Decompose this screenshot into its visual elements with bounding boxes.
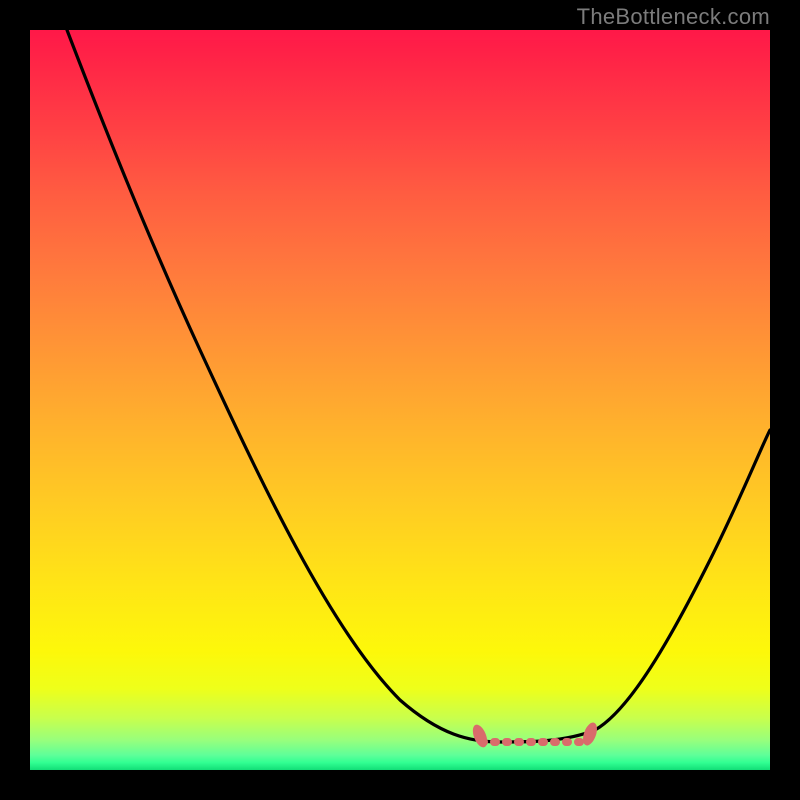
curve-layer: [30, 30, 770, 770]
plot-area: [30, 30, 770, 770]
bottleneck-curve-path: [67, 30, 770, 742]
optimal-segment-left-cap: [470, 723, 490, 750]
chart-frame: TheBottleneck.com: [0, 0, 800, 800]
watermark-text: TheBottleneck.com: [577, 4, 770, 30]
